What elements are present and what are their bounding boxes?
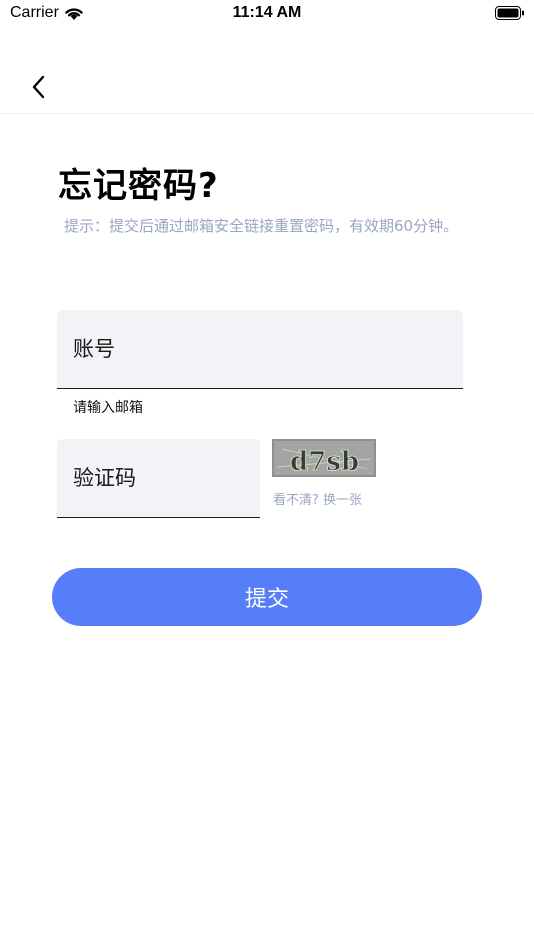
captcha-image[interactable]: d7sb xyxy=(272,439,376,477)
account-field[interactable] xyxy=(57,310,463,389)
status-bar: Carrier 11:14 AM xyxy=(0,0,534,28)
account-helper-text: 请输入邮箱 xyxy=(73,400,143,416)
captcha-field[interactable] xyxy=(57,439,260,518)
captcha-input[interactable] xyxy=(73,439,244,516)
hint-text: 提示：提交后通过邮箱安全链接重置密码，有效期60分钟。 xyxy=(64,217,459,235)
navigation-bar xyxy=(0,60,534,114)
chevron-left-icon[interactable] xyxy=(26,72,54,102)
account-input[interactable] xyxy=(73,310,447,387)
page-title: 忘记密码? xyxy=(58,166,219,206)
battery-icon xyxy=(495,6,524,20)
captcha-refresh-link[interactable]: 看不清? 换一张 xyxy=(273,489,362,508)
captcha-code: d7sb xyxy=(290,447,359,477)
submit-button[interactable]: 提交 xyxy=(52,568,482,626)
status-time: 11:14 AM xyxy=(232,4,302,21)
forgot-password-screen: Carrier 11:14 AM 忘记密码? 提示：提交后通过邮箱安全链接重置密… xyxy=(0,0,534,950)
